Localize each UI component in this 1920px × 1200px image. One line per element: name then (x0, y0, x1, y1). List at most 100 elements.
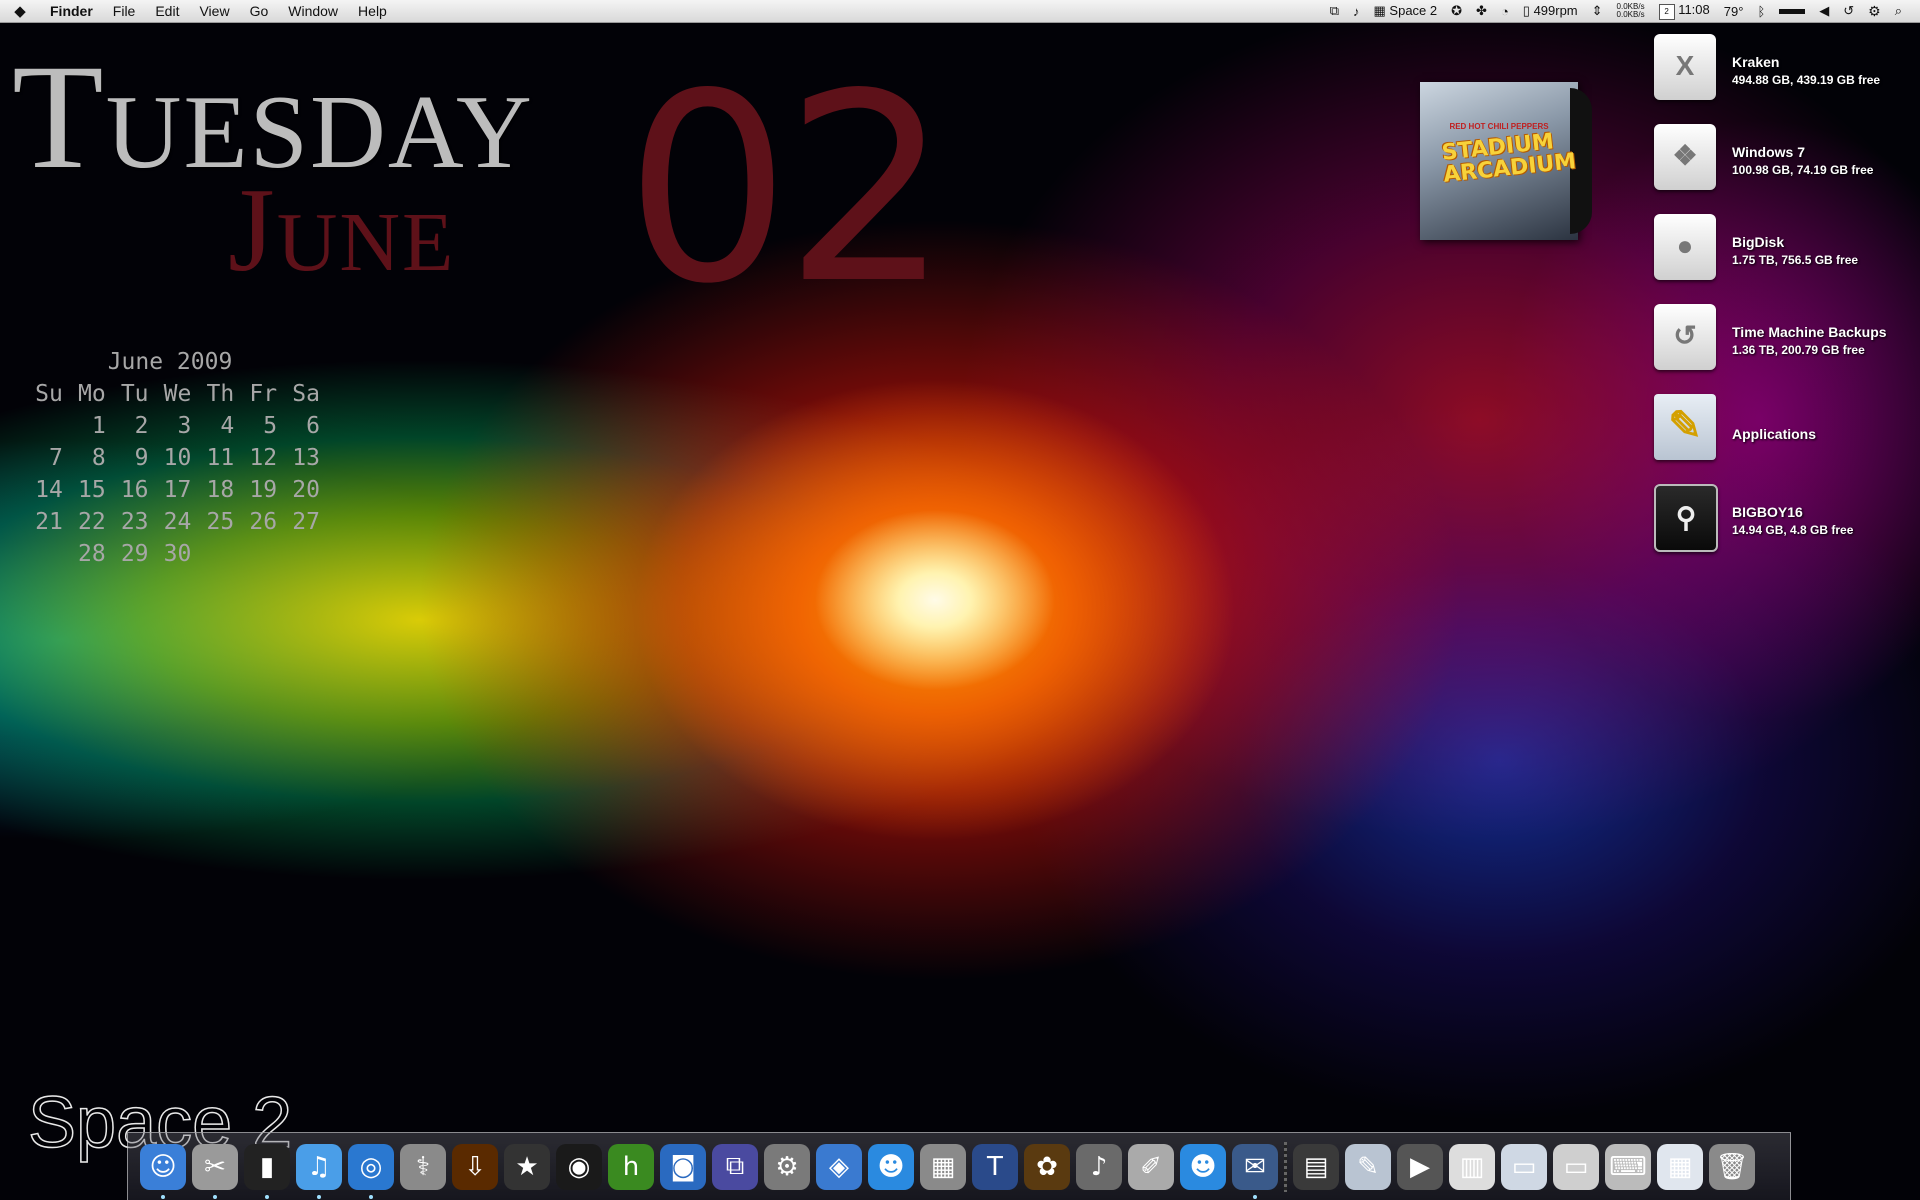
disk-utility-icon[interactable]: ⚕ (400, 1143, 446, 1190)
desktop-drives: X Kraken 494.88 GB, 439.19 GB free ❖ Windows… (1650, 32, 1920, 572)
network-rates[interactable]: 0.0KB/s 0.0KB/s (1617, 3, 1645, 19)
drive-name: Kraken (1732, 54, 1780, 70)
camera-icon[interactable]: ◙ (660, 1143, 706, 1190)
contacts-icon[interactable]: ☻ (1180, 1143, 1226, 1190)
terminal-icon[interactable]: ▮ (244, 1143, 290, 1199)
calendar-day: 27 (292, 509, 320, 535)
calendar-day (20, 410, 63, 442)
spreadsheet-stack-icon[interactable]: ▦ (1657, 1143, 1703, 1190)
window-stack-icon[interactable]: ▭ (1501, 1143, 1547, 1190)
hulu-icon[interactable]: h (608, 1143, 654, 1190)
menu-file[interactable]: File (103, 0, 146, 22)
drive-kraken[interactable]: X Kraken 494.88 GB, 439.19 GB free (1650, 32, 1920, 122)
dropbox-icon[interactable]: ✤ (1476, 3, 1487, 19)
textedit-icon[interactable]: T (972, 1143, 1018, 1190)
album-art[interactable]: RED HOT CHILI PEPPERS STADIUM ARCADIUM (1420, 82, 1592, 240)
drive-info: 1.75 TB, 756.5 GB free (1732, 253, 1859, 267)
drive-name: Time Machine Backups (1732, 324, 1887, 340)
drive-applications[interactable]: ✎ Applications (1650, 392, 1920, 482)
drive-info: 14.94 GB, 4.8 GB free (1732, 523, 1854, 537)
calendar-day: 19 (249, 477, 278, 503)
vmware-icon[interactable]: ⧉ (712, 1143, 758, 1190)
calendar-week-row: 14 15 16 17 18 19 20 (20, 474, 320, 506)
menu-view[interactable]: View (189, 0, 239, 22)
time-machine-icon[interactable]: ↺ (1843, 3, 1854, 19)
applications-folder-icon[interactable]: ✎ (1654, 394, 1716, 460)
messenger-icon[interactable]: ☻ (868, 1143, 914, 1190)
calendar-day: 10 (163, 445, 192, 471)
applications-stack-icon[interactable]: ✎ (1345, 1143, 1391, 1190)
camera-raw-icon[interactable]: ▤ (1293, 1143, 1339, 1190)
drive-bigboy16[interactable]: ⚲ BIGBOY16 14.94 GB, 4.8 GB free (1650, 482, 1920, 572)
up-down-arrows-icon: ⇕ (1591, 3, 1603, 18)
screens-stack-icon[interactable]: ▭ (1553, 1143, 1599, 1190)
net-down: 0.0KB/s (1616, 10, 1645, 19)
calendar-day (191, 538, 234, 570)
calendar-day: 7 (48, 445, 63, 471)
apple-logo-icon[interactable]: ◆ (0, 2, 40, 20)
bluetooth-icon[interactable]: ᛒ (1757, 4, 1765, 19)
itunes-icon[interactable]: ♫ (296, 1143, 342, 1199)
mail-icon[interactable]: ✉ (1232, 1143, 1278, 1199)
running-indicator (213, 1194, 217, 1199)
calendar-weekday: Tu (120, 381, 149, 407)
menu-finder[interactable]: Finder (40, 0, 103, 22)
calendar-week-row: 1 2 3 4 5 6 (20, 410, 320, 442)
finder-icon[interactable]: ☺ (140, 1143, 186, 1199)
download-icon[interactable]: ⇩ (452, 1143, 498, 1190)
calendar-menu[interactable]: 2 11:08 (1658, 2, 1710, 20)
eye-tv-icon[interactable]: ◈ (816, 1143, 862, 1190)
drive-name: BIGBOY16 (1732, 504, 1803, 520)
aperture-icon[interactable]: ◉ (556, 1143, 602, 1190)
trash-icon[interactable]: 🗑 (1709, 1143, 1755, 1190)
calendar-weekday: Th (206, 381, 235, 407)
battery-icon[interactable] (1779, 8, 1806, 14)
screen-sharing-icon[interactable]: ⧉ (1330, 3, 1339, 19)
calendar-day: 11 (206, 445, 235, 471)
clock-time: 11:08 (1678, 2, 1710, 17)
microphone-icon[interactable]: ♪ (1076, 1143, 1122, 1190)
drive-bigdisk[interactable]: ● BigDisk 1.75 TB, 756.5 GB free (1650, 212, 1920, 302)
calendar-title: June 2009 (107, 349, 233, 375)
calendar-day: 23 (120, 509, 149, 535)
fan-speed[interactable]: ▯ 499rpm (1523, 3, 1578, 19)
menu-go[interactable]: Go (240, 0, 279, 22)
keyboard-stack-icon[interactable]: ⌨ (1605, 1143, 1651, 1190)
calculator-icon[interactable]: ▦ (920, 1143, 966, 1190)
calendar-day: 8 (91, 445, 106, 471)
apple-drive-icon[interactable]: ● (1654, 214, 1716, 280)
temperature-menu[interactable]: 79° (1724, 4, 1744, 19)
drive-windows-7[interactable]: ❖ Windows 7 100.98 GB, 74.19 GB free (1650, 122, 1920, 212)
growl-icon[interactable]: ✪ (1451, 3, 1462, 19)
drive-time-machine-backups[interactable]: ↺ Time Machine Backups 1.36 TB, 200.79 GB … (1650, 302, 1920, 392)
adium-icon[interactable]: ✿ (1024, 1143, 1070, 1190)
imovie-icon[interactable]: ★ (504, 1143, 550, 1190)
menu-window[interactable]: Window (278, 0, 348, 22)
spotlight-icon[interactable]: ⌕ (1895, 3, 1902, 19)
volume-icon[interactable]: ◀ (1819, 3, 1829, 19)
script-editor-icon[interactable]: ✐ (1128, 1143, 1174, 1190)
calendar-day: 30 (163, 541, 192, 567)
menu-help[interactable]: Help (348, 0, 397, 22)
windows-drive-icon[interactable]: ❖ (1654, 124, 1716, 190)
music-note-icon[interactable]: ♪ (1353, 4, 1360, 19)
usb-drive-icon[interactable]: ⚲ (1654, 484, 1718, 552)
system-preferences-icon[interactable]: ⚙ (764, 1143, 810, 1190)
video-camera-icon[interactable]: ▶ (1397, 1143, 1443, 1190)
dock-separator[interactable] (1284, 1141, 1287, 1192)
preview-icon[interactable]: ✂ (192, 1143, 238, 1199)
x-drive-icon[interactable]: X (1654, 34, 1716, 100)
menu-edit[interactable]: Edit (145, 0, 189, 22)
month-name: June (228, 163, 456, 296)
drive-info: 494.88 GB, 439.19 GB free (1732, 73, 1881, 87)
calendar-weekday: We (163, 381, 192, 407)
drive-name: Windows 7 (1732, 144, 1805, 160)
spaces-menu[interactable]: ▦ Space 2 (1374, 3, 1438, 19)
calendar-day: 24 (163, 509, 192, 535)
user-icon[interactable]: ⚙ (1868, 3, 1881, 20)
calendar-day: 14 (35, 477, 63, 503)
document-stack-icon[interactable]: ▥ (1449, 1143, 1495, 1190)
gauge-icon[interactable]: ◔ (1501, 4, 1509, 19)
safari-icon[interactable]: ◎ (348, 1143, 394, 1199)
time-machine-drive-icon[interactable]: ↺ (1654, 304, 1716, 370)
